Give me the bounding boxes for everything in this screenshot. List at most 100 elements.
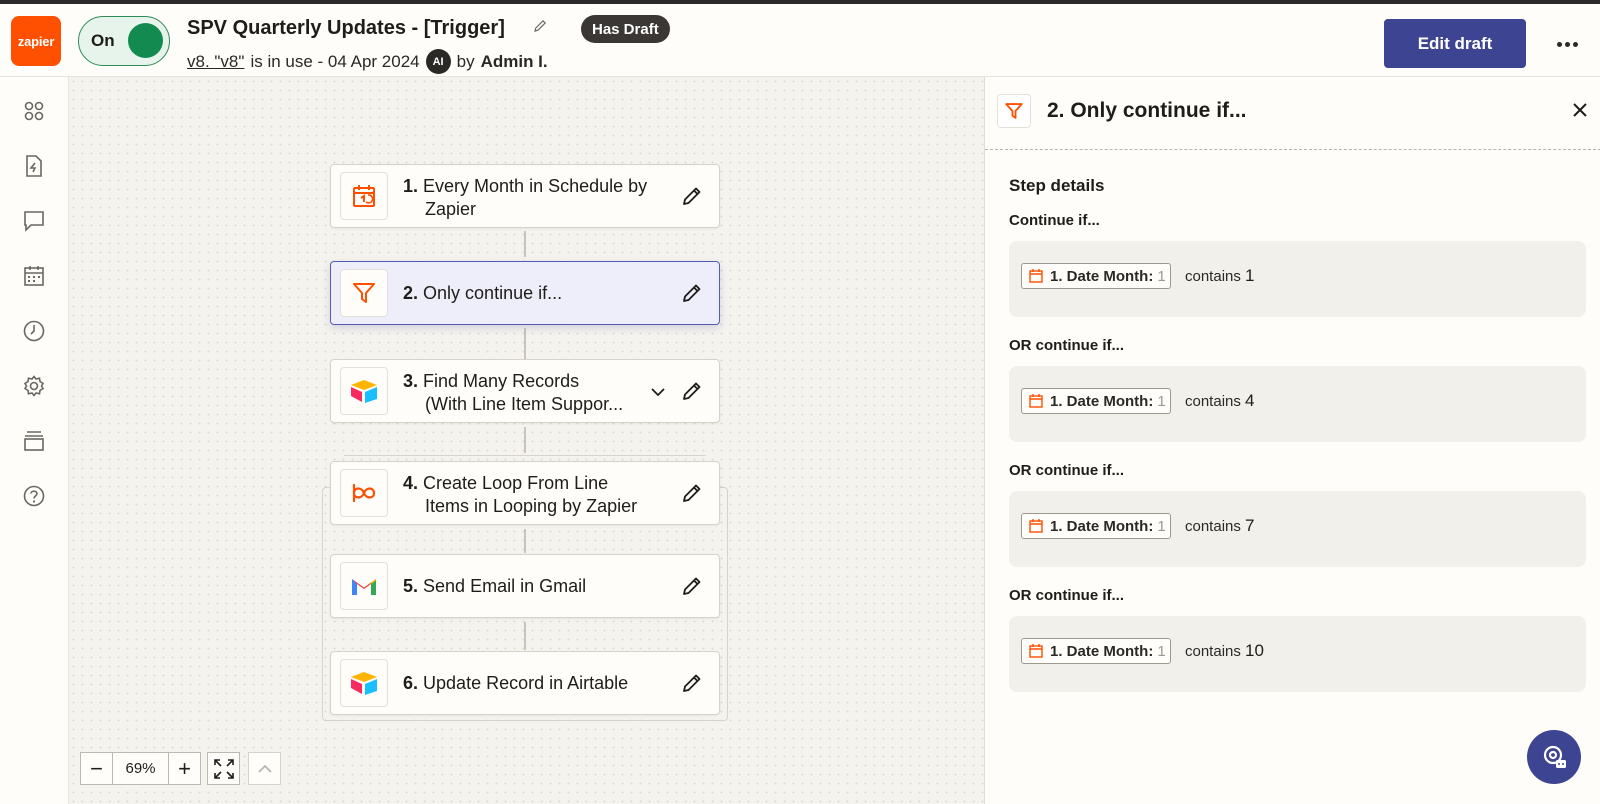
field-chip: 1. Date Month: 1 bbox=[1021, 388, 1171, 414]
toggle-knob bbox=[128, 23, 163, 58]
step-6-number: 6. bbox=[403, 673, 419, 693]
condition-group[interactable]: 1. Date Month: 1 contains 1 bbox=[1009, 241, 1586, 317]
condition-group[interactable]: 1. Date Month: 1 contains 7 bbox=[1009, 491, 1586, 567]
edit-pencil-icon[interactable] bbox=[681, 380, 703, 402]
connector bbox=[524, 328, 526, 359]
edit-pencil-icon[interactable] bbox=[681, 185, 703, 207]
condition-label: OR continue if... bbox=[1009, 337, 1124, 354]
zoom-in-button[interactable]: + bbox=[168, 752, 201, 785]
chat-icon[interactable] bbox=[22, 209, 46, 233]
left-sidebar bbox=[0, 77, 69, 804]
field-chip: 1. Date Month: 1 bbox=[1021, 638, 1171, 664]
operator: contains bbox=[1185, 393, 1241, 410]
fit-to-screen-icon[interactable] bbox=[207, 752, 240, 785]
author-name: Admin I. bbox=[480, 51, 548, 71]
field-sample: 1 bbox=[1157, 517, 1166, 535]
zapier-logo[interactable]: zapier bbox=[11, 16, 61, 66]
edit-pencil-icon[interactable] bbox=[681, 575, 703, 597]
filter-icon bbox=[997, 94, 1031, 128]
step-3-title: Find Many Records bbox=[423, 371, 580, 391]
step-1-number: 1. bbox=[403, 176, 419, 196]
airtable-icon bbox=[340, 367, 388, 415]
zoom-controls: − 69% + bbox=[80, 752, 281, 785]
layers-icon[interactable] bbox=[22, 429, 46, 453]
step-2[interactable]: 2. Only continue if... bbox=[330, 261, 720, 325]
field-sample: 1 bbox=[1157, 392, 1166, 410]
schedule-icon bbox=[340, 172, 388, 220]
history-icon[interactable] bbox=[22, 319, 46, 343]
step-details-heading: Step details bbox=[1009, 176, 1105, 195]
rename-pencil-icon[interactable] bbox=[532, 18, 548, 34]
edit-pencil-icon[interactable] bbox=[681, 672, 703, 694]
condition-label: OR continue if... bbox=[1009, 462, 1124, 479]
apps-icon[interactable] bbox=[22, 99, 46, 123]
filter-icon bbox=[340, 269, 388, 317]
field-chip: 1. Date Month: 1 bbox=[1021, 513, 1171, 539]
field-sample: 1 bbox=[1157, 642, 1166, 660]
step-3-number: 3. bbox=[403, 371, 419, 391]
step-4[interactable]: 4. Create Loop From Line Items in Loopin… bbox=[330, 461, 720, 525]
step-6-label: 6. Update Record in Airtable bbox=[403, 672, 628, 695]
chevron-down-icon[interactable] bbox=[649, 383, 667, 401]
compare-value: 1 bbox=[1245, 266, 1255, 285]
has-draft-badge: Has Draft bbox=[581, 15, 670, 43]
zap-on-toggle[interactable]: On bbox=[78, 16, 170, 66]
step-3-title-line2: (With Line Item Suppor... bbox=[425, 394, 624, 414]
condition-label: Continue if... bbox=[1009, 212, 1100, 229]
edit-pencil-icon[interactable] bbox=[681, 482, 703, 504]
schedule-icon bbox=[1029, 394, 1043, 408]
field-name: 1. Date Month: bbox=[1050, 392, 1154, 410]
step-4-title: Create Loop From Line bbox=[423, 473, 609, 493]
top-bar: zapier On SPV Quarterly Updates - [Trigg… bbox=[0, 0, 1600, 77]
connector bbox=[524, 231, 526, 257]
edit-draft-button[interactable]: Edit draft bbox=[1384, 19, 1526, 68]
step-1-label: 1. Every Month in Schedule by Zapier bbox=[403, 175, 647, 221]
zap-title[interactable]: SPV Quarterly Updates - [Trigger] bbox=[187, 17, 505, 40]
step-4-number: 4. bbox=[403, 473, 419, 493]
step-detail-panel: 2. Only continue if... Step details Cont… bbox=[984, 77, 1600, 804]
field-chip: 1. Date Month: 1 bbox=[1021, 263, 1171, 289]
version-info: v8. "v8" is in use - 04 Apr 2024 AI by A… bbox=[187, 49, 548, 74]
more-menu-icon[interactable] bbox=[1553, 32, 1581, 56]
toggle-label: On bbox=[91, 31, 115, 50]
looping-icon bbox=[340, 469, 388, 517]
step-2-label: 2. Only continue if... bbox=[403, 282, 562, 305]
condition-group[interactable]: 1. Date Month: 1 contains 4 bbox=[1009, 366, 1586, 442]
step-5-title: Send Email in Gmail bbox=[423, 576, 587, 596]
zap-file-icon[interactable] bbox=[22, 154, 46, 178]
connector bbox=[524, 427, 526, 453]
operator: contains bbox=[1185, 518, 1241, 535]
step-3-label: 3. Find Many Records (With Line Item Sup… bbox=[403, 370, 623, 416]
ai-badge: AI bbox=[425, 49, 451, 74]
calendar-icon[interactable] bbox=[22, 264, 46, 288]
edit-pencil-icon[interactable] bbox=[681, 282, 703, 304]
condition-group[interactable]: 1. Date Month: 1 contains 10 bbox=[1009, 616, 1586, 692]
chevron-up-icon[interactable] bbox=[248, 752, 281, 785]
version-link[interactable]: v8. "v8" bbox=[187, 52, 244, 72]
schedule-icon bbox=[1029, 269, 1043, 283]
schedule-icon bbox=[1029, 644, 1043, 658]
step-5[interactable]: 5. Send Email in Gmail bbox=[330, 554, 720, 618]
step-4-label: 4. Create Loop From Line Items in Loopin… bbox=[403, 472, 637, 518]
close-icon[interactable] bbox=[1570, 100, 1590, 120]
condition-rule: contains 10 bbox=[1185, 641, 1264, 661]
step-3[interactable]: 3. Find Many Records (With Line Item Sup… bbox=[330, 359, 720, 423]
step-1[interactable]: 1. Every Month in Schedule by Zapier bbox=[330, 164, 720, 228]
step-6-title: Update Record in Airtable bbox=[423, 673, 629, 693]
field-name: 1. Date Month: bbox=[1050, 267, 1154, 285]
schedule-icon bbox=[1029, 519, 1043, 533]
compare-value: 10 bbox=[1245, 641, 1264, 660]
step-6[interactable]: 6. Update Record in Airtable bbox=[330, 651, 720, 715]
settings-icon[interactable] bbox=[22, 374, 46, 398]
step-5-number: 5. bbox=[403, 576, 419, 596]
step-1-title: Every Month in Schedule by bbox=[423, 176, 648, 196]
condition-rule: contains 7 bbox=[1185, 516, 1255, 536]
help-icon[interactable] bbox=[22, 484, 46, 508]
gmail-icon bbox=[340, 562, 388, 610]
zoom-out-button[interactable]: − bbox=[80, 752, 113, 785]
panel-header: 2. Only continue if... bbox=[985, 77, 1600, 150]
support-chat-icon[interactable] bbox=[1527, 730, 1581, 784]
by-label: by bbox=[456, 51, 475, 71]
step-2-title: Only continue if... bbox=[423, 283, 563, 303]
operator: contains bbox=[1185, 643, 1241, 660]
